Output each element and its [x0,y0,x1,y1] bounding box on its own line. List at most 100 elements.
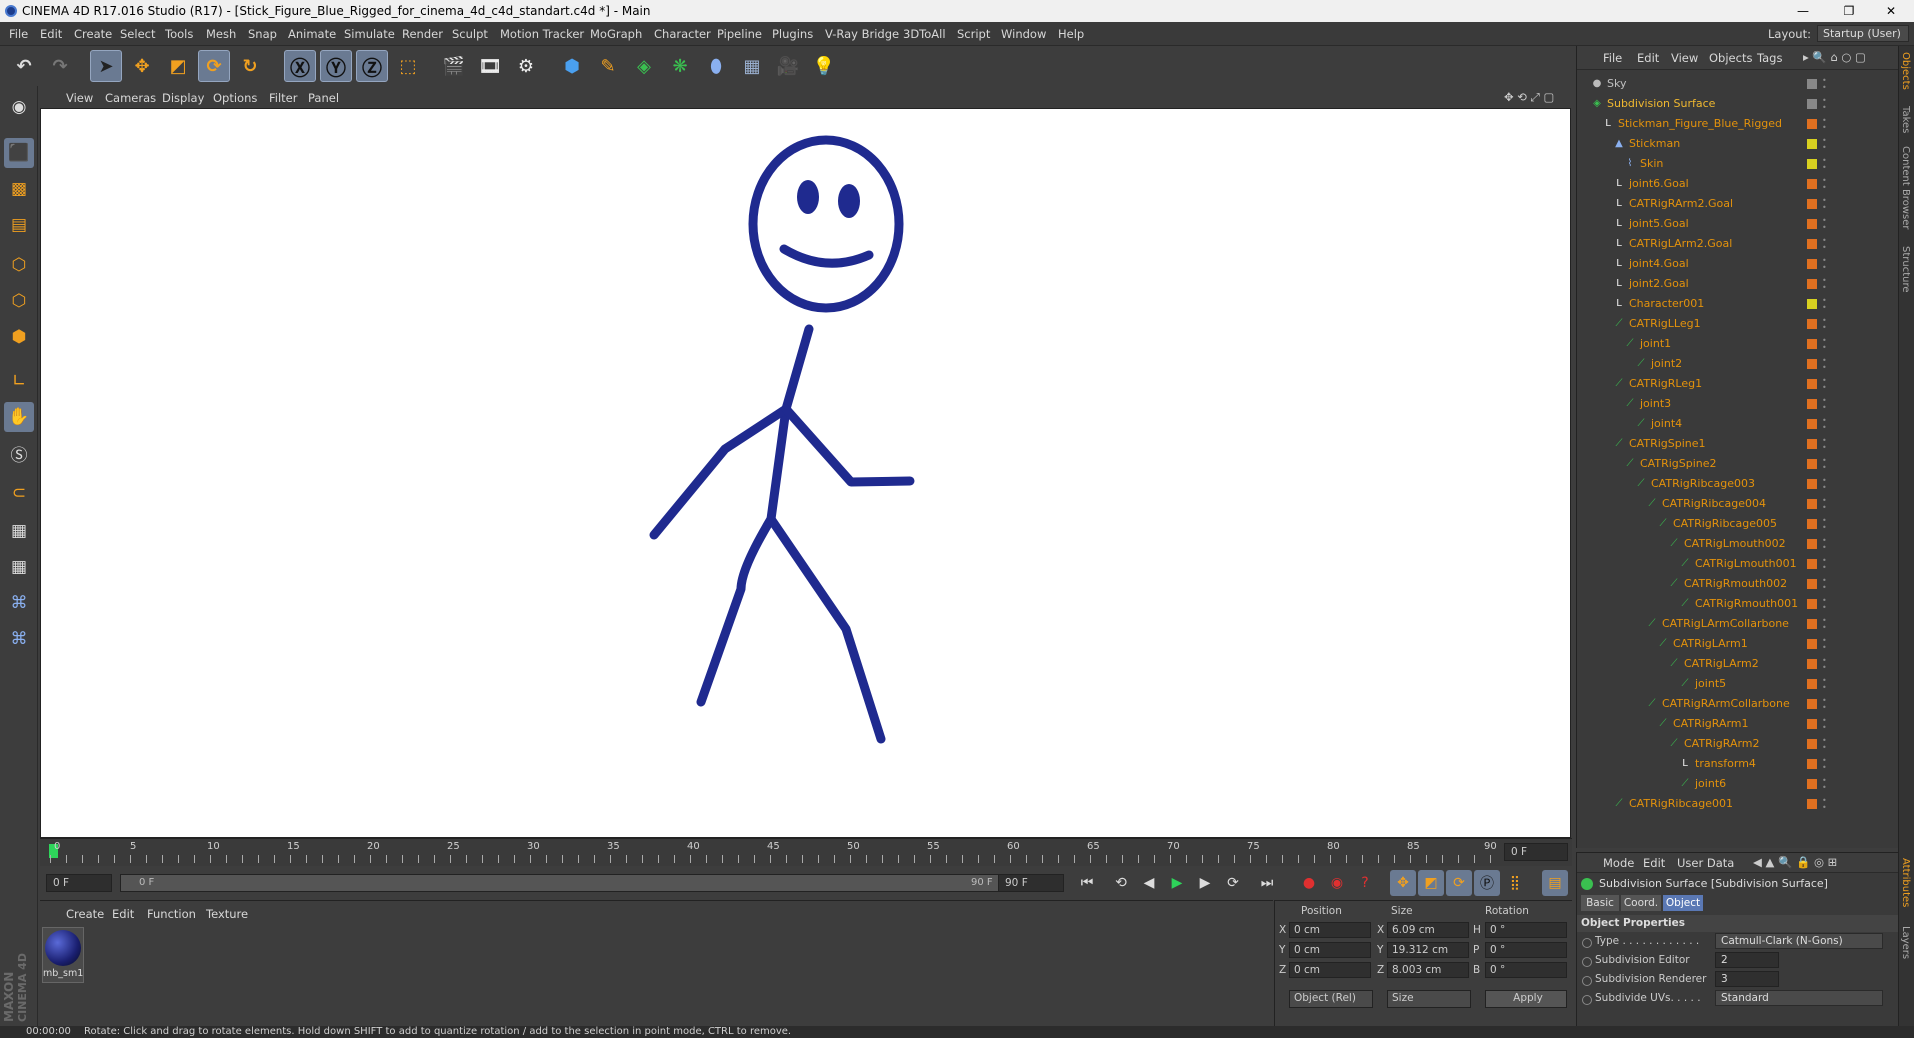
goto-end-icon[interactable]: ⏭ [1254,870,1280,896]
axis-mode-icon[interactable]: ∟ [4,366,34,396]
python-icon[interactable]: ⌘ [4,588,34,618]
layer-color-swatch[interactable] [1807,619,1817,629]
layer-color-swatch[interactable] [1807,659,1817,669]
object-row[interactable]: ⌇ Skin • • [1577,154,1899,174]
object-row[interactable]: Ljoint5.Goal • • [1577,214,1899,234]
key-parameter-icon[interactable]: Ⓟ [1474,870,1500,896]
select-arrow-icon[interactable]: ➤ [90,50,122,82]
size-z-field[interactable]: 8.003 cm [1387,962,1469,978]
visibility-dots-icon[interactable]: • • [1822,257,1828,272]
object-label[interactable]: CATRigRArm2 [1684,734,1760,754]
apply-button[interactable]: Apply [1485,990,1567,1008]
goto-start-icon[interactable]: ⏮ [1074,870,1100,896]
object-label[interactable]: joint3 [1640,394,1671,414]
visibility-dots-icon[interactable]: • • [1822,697,1828,712]
layer-color-swatch[interactable] [1807,499,1817,509]
anim-dot-icon[interactable] [1582,995,1592,1005]
layer-color-swatch[interactable] [1807,139,1817,149]
layer-color-swatch[interactable] [1807,679,1817,689]
recent-tool-icon[interactable]: ↻ [234,50,266,82]
object-row[interactable]: ⟋ CATRigRmouth001 • • [1577,594,1899,614]
layer-color-swatch[interactable] [1807,539,1817,549]
visibility-dots-icon[interactable]: • • [1822,317,1828,332]
maximize-button[interactable]: ❐ [1826,0,1872,22]
points-mode-icon[interactable]: ⬡ [4,250,34,280]
prev-key-icon[interactable]: ⟲ [1108,870,1134,896]
object-label[interactable]: joint5.Goal [1629,214,1689,234]
y-axis-lock-icon[interactable]: Ⓨ [320,50,352,82]
workplane-mode-icon[interactable]: ▤ [4,210,34,240]
viewport-menu-display[interactable]: Display [162,91,204,105]
close-button[interactable]: ✕ [1868,0,1914,22]
menu-sculpt[interactable]: Sculpt [452,27,488,41]
menu-motion-tracker[interactable]: Motion Tracker [500,27,584,41]
object-row[interactable]: ⟋ CATRigSpine1 • • [1577,434,1899,454]
viewport-menu-filter[interactable]: Filter [269,91,297,105]
current-frame-field[interactable]: 0 F [1504,843,1568,861]
object-label[interactable]: CATRigRArm1 [1673,714,1749,734]
z-axis-lock-icon[interactable]: Ⓩ [356,50,388,82]
attr-tab-object[interactable]: Object [1663,895,1703,911]
object-row[interactable]: ▲ Stickman • • [1577,134,1899,154]
visibility-dots-icon[interactable]: • • [1822,497,1828,512]
visibility-dots-icon[interactable]: • • [1822,797,1828,812]
key-pla-icon[interactable]: ⣿ [1502,870,1528,896]
side-tab-content-browser[interactable]: Content Browser [1900,146,1911,229]
spline-pen-icon[interactable]: ✎ [592,50,624,82]
menu-pipeline[interactable]: Pipeline [717,27,762,41]
object-label[interactable]: CATRigRmouth002 [1684,574,1787,594]
redo-icon[interactable]: ↷ [44,50,76,82]
anim-dot-icon[interactable] [1582,957,1592,967]
visibility-dots-icon[interactable]: • • [1822,777,1828,792]
coordinate-mode-dropdown[interactable]: Object (Rel) [1289,990,1373,1008]
rot-p-field[interactable]: 0 ° [1485,942,1567,958]
visibility-dots-icon[interactable]: • • [1822,177,1828,192]
visibility-dots-icon[interactable]: • • [1822,477,1828,492]
timeline-window-icon[interactable]: ▤ [1542,870,1568,896]
object-row[interactable]: ● Sky • • [1577,74,1899,94]
keyframe-selection-icon[interactable]: ? [1352,870,1378,896]
prop-subdivision-editor-field[interactable]: 2 [1715,952,1779,968]
python-script-icon[interactable]: ⌘ [4,624,34,654]
object-label[interactable]: CATRigSpine1 [1629,434,1706,454]
menu-create[interactable]: Create [74,27,112,41]
grid-snap-icon[interactable]: ▦ [4,552,34,582]
prop-type-dropdown[interactable]: Catmull-Clark (N-Gons) [1715,933,1883,949]
object-label[interactable]: CATRigRArm2.Goal [1629,194,1733,214]
menu-mograph[interactable]: MoGraph [590,27,642,41]
menu-mesh[interactable]: Mesh [206,27,236,41]
prev-frame-icon[interactable]: ◀ [1136,870,1162,896]
object-label[interactable]: CATRigLLeg1 [1629,314,1701,334]
stick-figure-model[interactable] [41,109,1570,837]
visibility-dots-icon[interactable]: • • [1822,637,1828,652]
object-row[interactable]: ⟋ CATRigLArm1 • • [1577,634,1899,654]
visibility-dots-icon[interactable]: • • [1822,617,1828,632]
object-row[interactable]: ⟋ CATRigRibcage004 • • [1577,494,1899,514]
magnet-icon[interactable]: ⊂ [4,478,34,508]
menu-render[interactable]: Render [402,27,443,41]
object-row[interactable]: Ljoint2.Goal • • [1577,274,1899,294]
om-menu-view[interactable]: View [1671,51,1698,65]
object-label[interactable]: CATRigLmouth001 [1695,554,1797,574]
cloner-icon[interactable]: ❋ [664,50,696,82]
layer-color-swatch[interactable] [1807,439,1817,449]
attr-tab-coord[interactable]: Coord. [1621,895,1661,911]
rot-b-field[interactable]: 0 ° [1485,962,1567,978]
frame-range-slider[interactable]: 0 F 90 F [120,874,1020,892]
object-row[interactable]: ⟋ CATRigRmouth002 • • [1577,574,1899,594]
rotate-icon[interactable]: ⟳ [198,50,230,82]
object-label[interactable]: joint6.Goal [1629,174,1689,194]
prop-subdivide-uvs-dropdown[interactable]: Standard [1715,990,1883,1006]
render-picture-viewer-icon[interactable]: 🎞 [474,50,506,82]
object-row[interactable]: ⟋ CATRigLArmCollarbone • • [1577,614,1899,634]
start-frame-field[interactable]: 0 F [46,874,112,892]
layer-color-swatch[interactable] [1807,459,1817,469]
object-row[interactable]: ⟋ CATRigRLeg1 • • [1577,374,1899,394]
menu-plugins[interactable]: Plugins [772,27,813,41]
object-label[interactable]: CATRigRibcage005 [1673,514,1777,534]
render-view-icon[interactable]: 🎬 [438,50,470,82]
object-label[interactable]: CATRigLArm2.Goal [1629,234,1732,254]
menu-animate[interactable]: Animate [288,27,336,41]
menu-simulate[interactable]: Simulate [344,27,395,41]
material-menu-create[interactable]: Create [66,907,104,921]
